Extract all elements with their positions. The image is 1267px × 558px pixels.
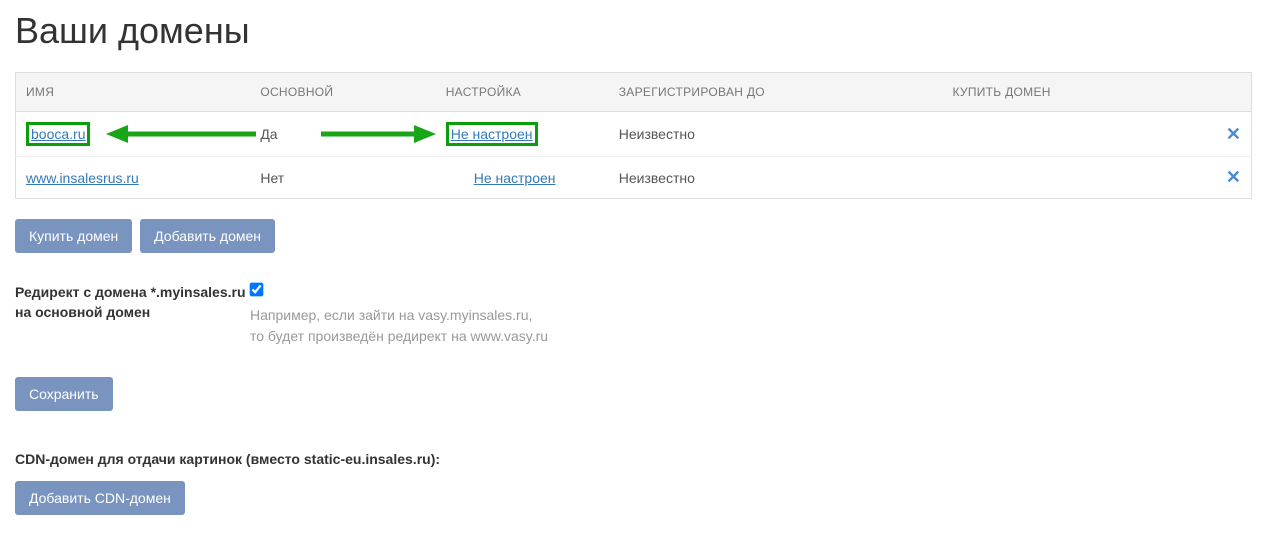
- redirect-help-line2: то будет произведён редирект на www.vasy…: [250, 326, 1252, 347]
- domains-table: ИМЯ ОСНОВНОЙ НАСТРОЙКА ЗАРЕГИСТРИРОВАН Д…: [15, 72, 1252, 199]
- domain-registered-value: Неизвестно: [609, 112, 943, 157]
- domain-registered-value: Неизвестно: [609, 157, 943, 199]
- redirect-label: Редирект с домена *.myinsales.ru на осно…: [15, 283, 250, 322]
- highlight-domain-name: booca.ru: [26, 122, 90, 146]
- page-title: Ваши домены: [15, 10, 1252, 52]
- th-setup: НАСТРОЙКА: [436, 73, 609, 112]
- cdn-heading: CDN-домен для отдачи картинок (вместо st…: [15, 451, 1252, 467]
- table-row: booca.ru Да Не настроен: [16, 112, 1252, 157]
- th-buy: КУПИТЬ ДОМЕН: [942, 73, 1214, 112]
- add-domain-button[interactable]: Добавить домен: [140, 219, 275, 253]
- delete-icon[interactable]: ✕: [1226, 124, 1241, 144]
- domain-buy-value: [942, 157, 1214, 199]
- add-cdn-button[interactable]: Добавить CDN-домен: [15, 481, 185, 515]
- th-actions: [1214, 73, 1251, 112]
- buy-domain-button[interactable]: Купить домен: [15, 219, 132, 253]
- th-main: ОСНОВНОЙ: [250, 73, 435, 112]
- delete-icon[interactable]: ✕: [1226, 167, 1241, 187]
- table-row: www.insalesrus.ru Нет Не настроен Неизве…: [16, 157, 1252, 199]
- domain-buy-value: [942, 112, 1214, 157]
- domain-name-link[interactable]: booca.ru: [31, 126, 85, 142]
- domain-name-link[interactable]: www.insalesrus.ru: [26, 170, 139, 186]
- th-name: ИМЯ: [16, 73, 251, 112]
- domain-setup-link[interactable]: Не настроен: [451, 126, 533, 142]
- redirect-checkbox[interactable]: [250, 283, 264, 297]
- domain-setup-link[interactable]: Не настроен: [474, 170, 556, 186]
- th-registered: ЗАРЕГИСТРИРОВАН ДО: [609, 73, 943, 112]
- save-button[interactable]: Сохранить: [15, 377, 113, 411]
- redirect-help-line1: Например, если зайти на vasy.myinsales.r…: [250, 305, 1252, 326]
- arrow-icon: [321, 123, 436, 145]
- arrow-icon: [106, 123, 256, 145]
- domain-main-value: Нет: [250, 157, 435, 199]
- highlight-setup-status: Не настроен: [446, 122, 538, 146]
